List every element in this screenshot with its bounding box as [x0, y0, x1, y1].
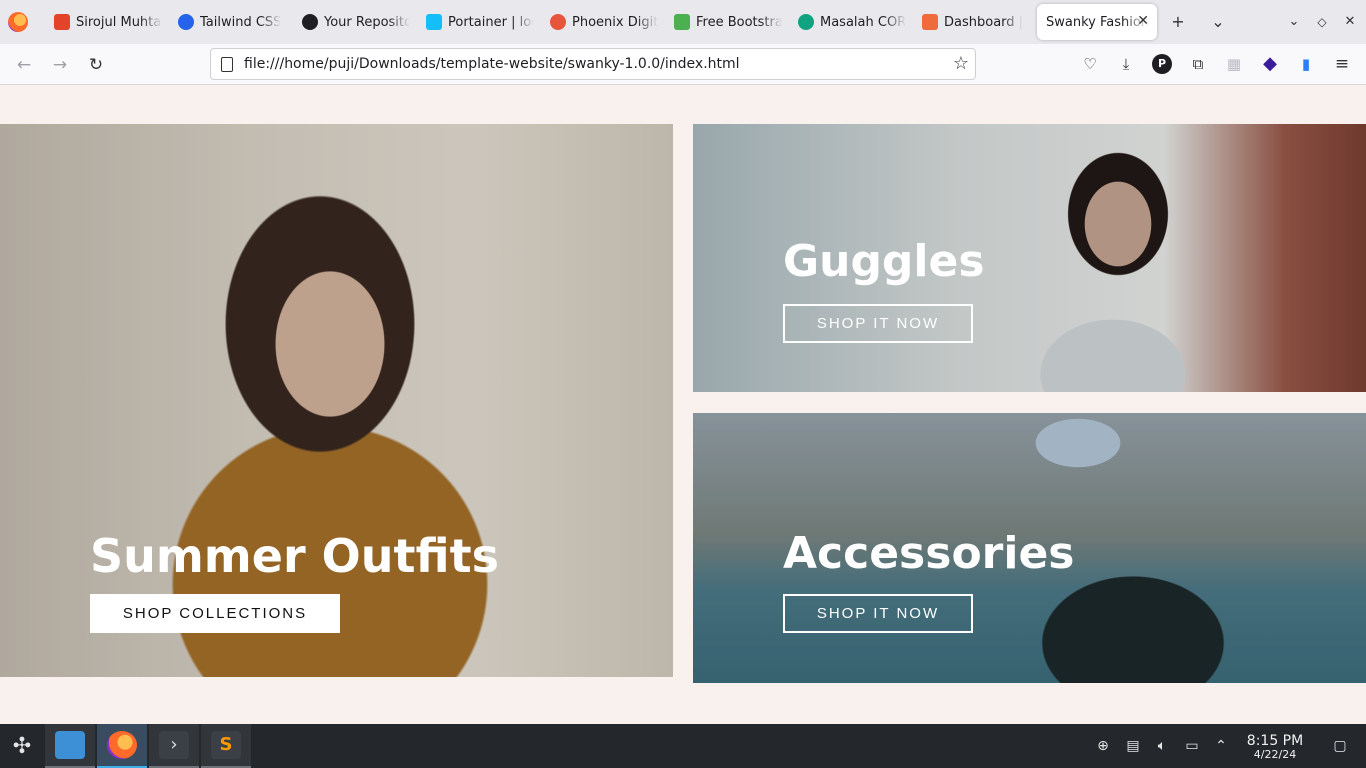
firefox-icon: [107, 731, 137, 759]
shop-it-now-button[interactable]: SHOP IT NOW: [783, 304, 973, 343]
new-tab-icon[interactable]: +: [1168, 12, 1188, 32]
banner-title: Summer Outfits: [90, 529, 499, 583]
tab-repositories[interactable]: Your Repositories: [302, 4, 410, 40]
network-icon[interactable]: ▭: [1182, 736, 1202, 756]
close-tab-icon[interactable]: ✕: [1137, 13, 1149, 29]
tray-expand-icon[interactable]: ⌃: [1211, 736, 1231, 756]
guggles-banner[interactable]: Guggles SHOP IT NOW: [693, 124, 1366, 392]
shop-it-now-button[interactable]: SHOP IT NOW: [783, 594, 973, 633]
portainer-icon: [426, 14, 442, 30]
chatgpt-icon: [798, 14, 814, 30]
extension-icon[interactable]: ▦: [1224, 54, 1244, 74]
navigation-toolbar: ← → ↻ file:///home/puji/Downloads/templa…: [0, 44, 1366, 85]
tab-portainer[interactable]: Portainer | local: [426, 4, 534, 40]
firefox-view-icon[interactable]: [8, 12, 28, 32]
downloads-icon[interactable]: ⤓: [1116, 54, 1136, 74]
terminal-icon: ›: [159, 731, 189, 759]
clock-time[interactable]: 8:15 PM: [1230, 733, 1320, 749]
maximize-icon[interactable]: ◇: [1312, 12, 1332, 32]
address-bar[interactable]: file:///home/puji/Downloads/template-web…: [210, 48, 976, 80]
tab-label: Swanky Fashion: [1046, 14, 1150, 30]
tab-label: Dashboard |: [944, 14, 1024, 30]
sublime-text-icon: S: [211, 731, 241, 759]
phoenix-icon: [550, 14, 566, 30]
menu-hamburger-icon[interactable]: ≡: [1332, 54, 1352, 74]
close-window-icon[interactable]: ✕: [1340, 12, 1360, 32]
tab-swanky[interactable]: Swanky Fashion ✕: [1037, 4, 1157, 40]
back-arrow-icon[interactable]: ←: [13, 54, 35, 76]
tab-dashboard[interactable]: Dashboard |: [922, 4, 1030, 40]
shop-collections-button[interactable]: SHOP COLLECTIONS: [90, 594, 340, 633]
tab-label: Your Repositories: [324, 14, 410, 30]
application-launcher[interactable]: ✣: [0, 724, 44, 768]
minimize-icon[interactable]: ⌄: [1284, 12, 1304, 32]
tailwind-icon: [178, 14, 194, 30]
reload-icon[interactable]: ↻: [85, 54, 107, 76]
tab-phoenix[interactable]: Phoenix Digital: [550, 4, 658, 40]
banner-title: Guggles: [783, 236, 985, 287]
tab-label: Portainer | local: [448, 14, 534, 30]
tab-sirojul[interactable]: Sirojul Muhtar: [54, 4, 162, 40]
tab-bootstrap[interactable]: Free Bootstrap: [674, 4, 782, 40]
page-icon: [221, 57, 233, 72]
system-taskbar: ✣ › S ⊕ ▤ 🔈︎ ▭ ⌃ ▢: [0, 724, 1366, 768]
banner-title: Accessories: [783, 528, 1075, 579]
volume-icon[interactable]: 🔈︎: [1152, 736, 1172, 756]
taskbar-sublime[interactable]: S: [201, 724, 251, 768]
show-desktop-icon[interactable]: ▢: [1330, 736, 1350, 756]
bookmark-star-icon[interactable]: ☆: [953, 53, 969, 74]
tab-label: Free Bootstrap: [696, 14, 782, 30]
launcher-icon: ✣: [12, 733, 32, 759]
tab-label: Phoenix Digital: [572, 14, 658, 30]
diamond-extension-icon[interactable]: ◆: [1260, 54, 1280, 74]
taskbar-firefox[interactable]: [97, 724, 147, 768]
tab-label: Tailwind CSS: [200, 14, 282, 30]
pocket-icon[interactable]: ♡: [1080, 54, 1100, 74]
forward-arrow-icon[interactable]: →: [49, 54, 71, 76]
tab-label: Sirojul Muhtar: [76, 14, 162, 30]
taskbar-file-manager[interactable]: [45, 724, 95, 768]
leaf-icon: [674, 14, 690, 30]
browser-tab-strip: Sirojul Muhtar Tailwind CSS Your Reposit…: [0, 0, 1366, 44]
folder-icon: [55, 731, 85, 759]
url-text[interactable]: file:///home/puji/Downloads/template-web…: [244, 56, 740, 72]
clock-date[interactable]: 4/22/24: [1230, 748, 1320, 761]
gitlab-icon: [54, 14, 70, 30]
update-icon[interactable]: ⊕: [1093, 736, 1113, 756]
summer-outfits-banner[interactable]: Summer Outfits SHOP COLLECTIONS: [0, 124, 673, 677]
extensions-puzzle-icon[interactable]: ⧉: [1188, 54, 1208, 74]
github-icon: [302, 14, 318, 30]
list-tabs-icon[interactable]: ⌄: [1208, 12, 1228, 32]
dashboard-icon: [922, 14, 938, 30]
taskbar-terminal[interactable]: ›: [149, 724, 199, 768]
tab-label: Masalah CORS: [820, 14, 906, 30]
tab-cors[interactable]: Masalah CORS: [798, 4, 906, 40]
tab-tailwind[interactable]: Tailwind CSS: [178, 4, 286, 40]
profile-extension-icon[interactable]: P: [1152, 54, 1172, 74]
accessories-banner[interactable]: Accessories SHOP IT NOW: [693, 413, 1366, 683]
sidebar-extension-icon[interactable]: ▮: [1296, 54, 1316, 74]
clipboard-icon[interactable]: ▤: [1123, 736, 1143, 756]
